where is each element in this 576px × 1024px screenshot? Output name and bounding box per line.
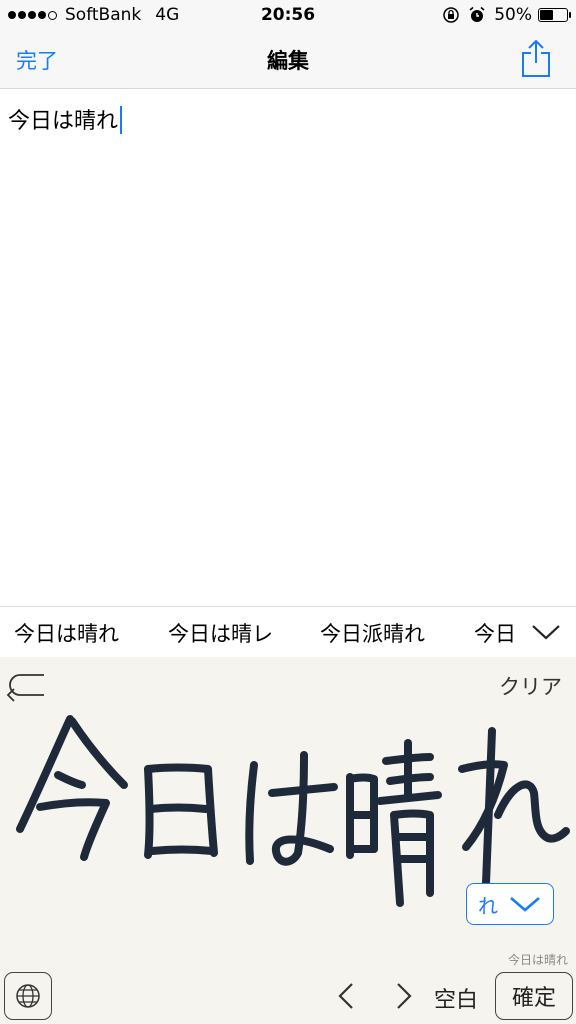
candidate-item[interactable]: 今日は晴レ xyxy=(168,618,273,648)
chevron-left-icon xyxy=(338,983,353,1009)
page-title: 編集 xyxy=(267,49,309,73)
character-choice-button[interactable]: れ xyxy=(466,883,554,925)
chevron-down-icon xyxy=(510,897,540,912)
ink-stroke xyxy=(36,798,110,861)
confirm-button[interactable]: 確定 xyxy=(495,972,573,1020)
ink-stroke xyxy=(68,717,128,789)
battery-icon xyxy=(538,8,571,22)
chevron-right-icon xyxy=(397,983,412,1009)
editor-text-line: 今日は晴れ xyxy=(8,103,123,135)
expand-candidates-button[interactable] xyxy=(516,607,576,657)
ink-stroke xyxy=(148,845,216,855)
status-right: 50% xyxy=(442,5,571,25)
chevron-down-icon xyxy=(532,625,560,640)
alarm-icon xyxy=(469,6,485,22)
editor-text: 今日は晴れ xyxy=(8,109,119,134)
character-choice-label: れ xyxy=(478,893,498,918)
space-button[interactable]: 空白 xyxy=(434,982,478,1014)
candidate-bar: 今日は晴れ 今日は晴レ 今日派晴れ 今日は xyxy=(0,606,576,658)
status-bar: SoftBank 4G 20:56 50% xyxy=(0,0,576,30)
rotation-lock-icon xyxy=(443,7,459,23)
battery-percent: 50% xyxy=(494,5,532,25)
ink-stroke xyxy=(271,751,334,866)
cursor-right-button[interactable] xyxy=(384,976,424,1016)
ink-stroke xyxy=(494,780,570,843)
keyboard-bottom-row: 空白 確定 xyxy=(0,970,576,1024)
battery-fill xyxy=(540,10,553,20)
handwriting-pad[interactable]: クリア れ 今日は晴れ 空白 確定 xyxy=(0,657,576,1024)
text-editor[interactable]: 今日は晴れ xyxy=(0,89,576,605)
ink-stroke xyxy=(54,771,86,789)
candidate-item[interactable]: 今日派晴れ xyxy=(320,618,425,648)
share-icon[interactable] xyxy=(520,38,552,78)
globe-icon xyxy=(16,984,40,1008)
text-caret xyxy=(120,106,123,134)
ink-stroke xyxy=(146,803,210,813)
globe-button[interactable] xyxy=(4,972,52,1020)
nav-bar: 完了 編集 xyxy=(0,30,576,89)
recognition-preview: 今日は晴れ xyxy=(507,953,568,967)
cursor-left-button[interactable] xyxy=(326,976,366,1016)
ink-stroke xyxy=(458,760,508,851)
candidate-item[interactable]: 今日は晴れ xyxy=(14,618,119,648)
ink-stroke xyxy=(245,761,258,865)
